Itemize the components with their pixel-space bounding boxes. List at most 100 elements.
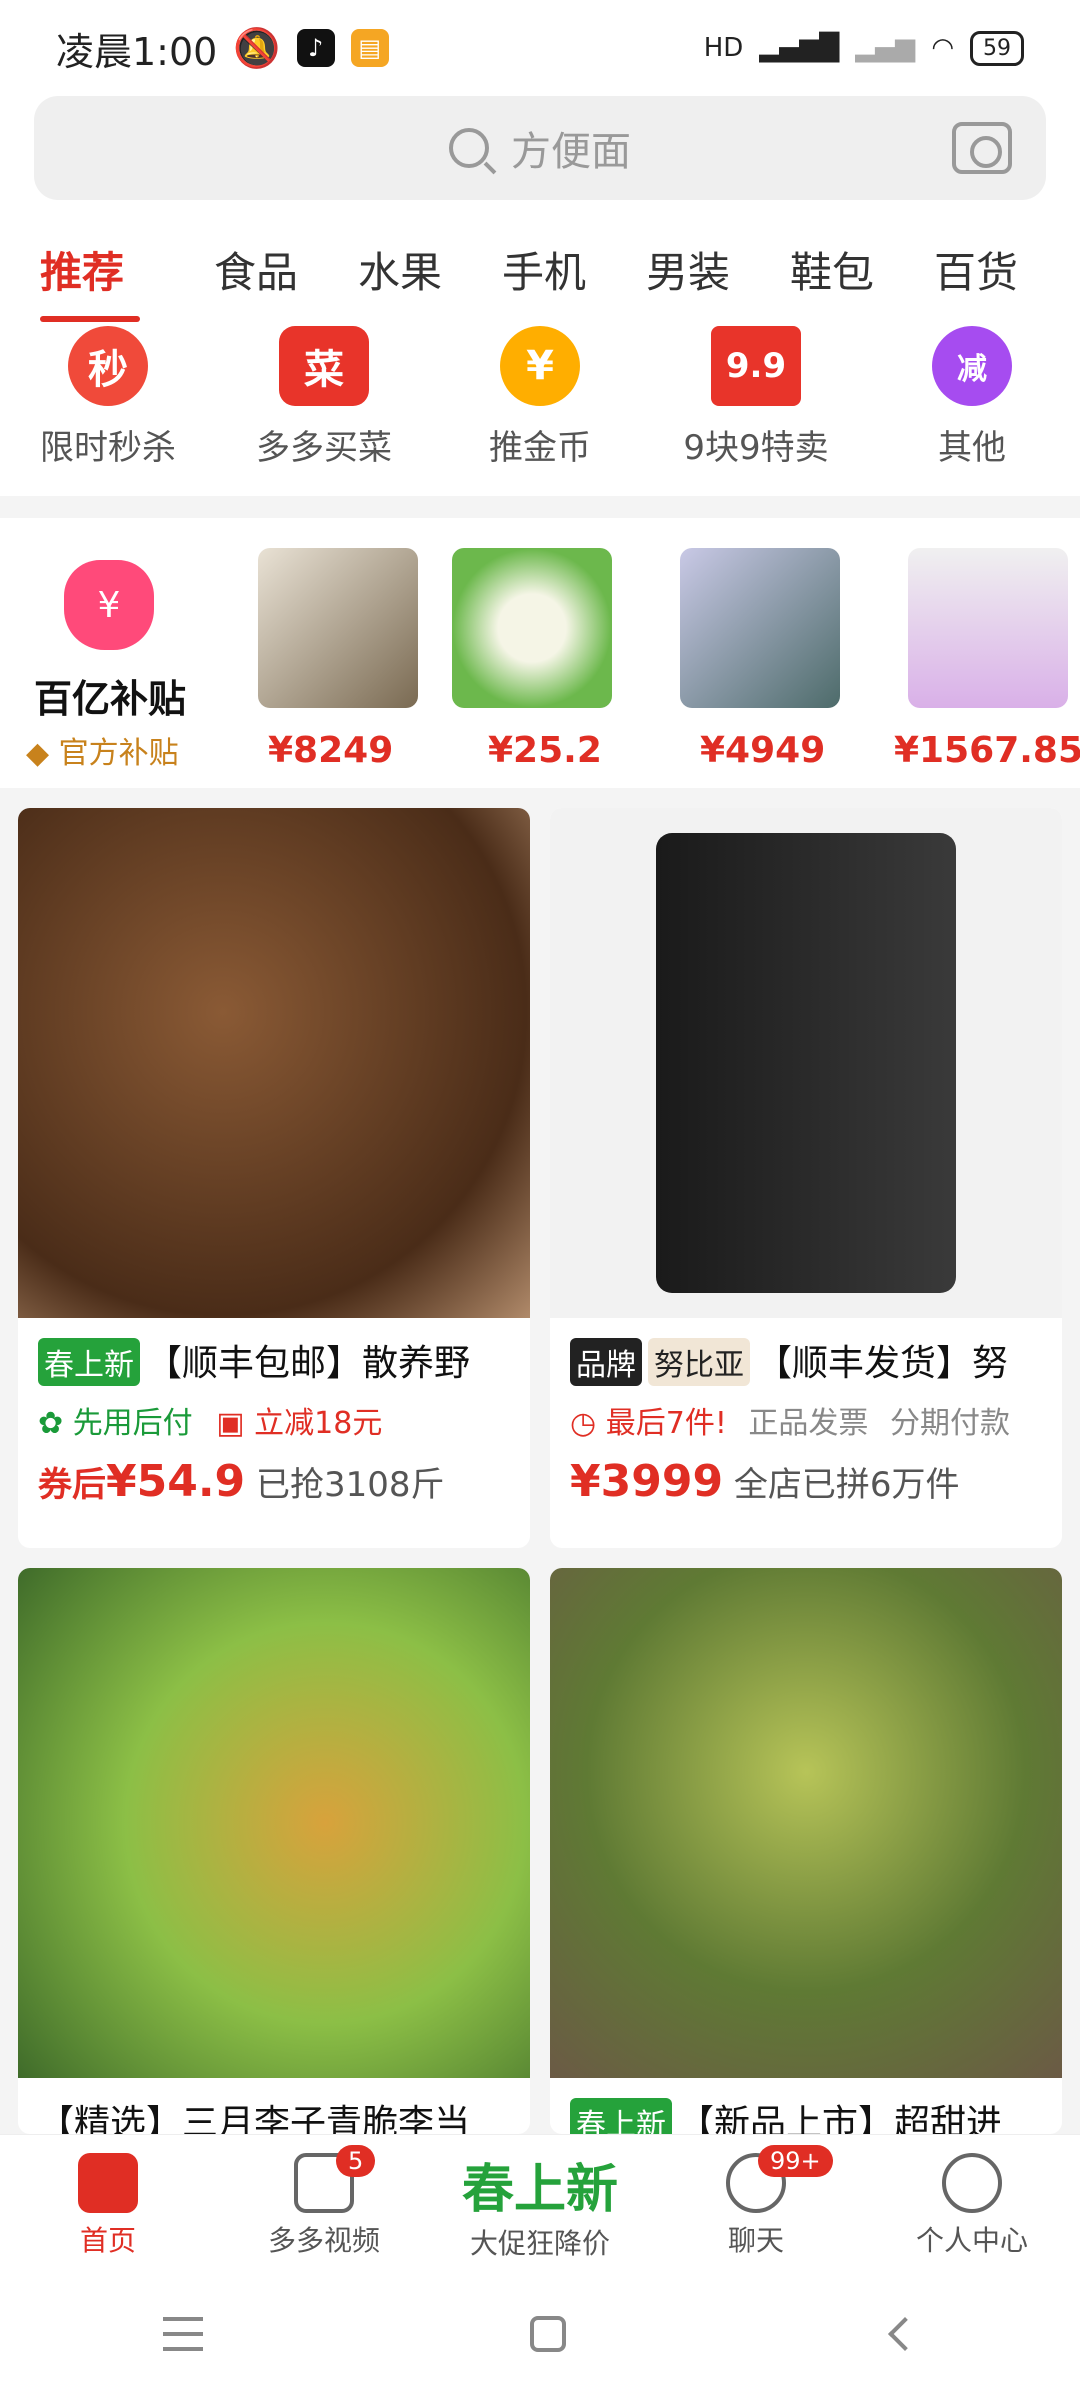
- subsidy-section[interactable]: ¥ 百亿补贴 ◆ 官方补贴 ¥8249 ¥25.2 ¥4949 ¥1567.85: [0, 518, 1080, 788]
- quick-more[interactable]: 减 其他: [864, 326, 1080, 496]
- product-meta: ◷ 最后7件! 正品发票 分期付款: [550, 1386, 1062, 1442]
- profile-icon: [942, 2153, 1002, 2213]
- product-card[interactable]: 【精选】三月李子青脆李当: [18, 1568, 530, 2134]
- product-card[interactable]: 春上新 【顺丰包邮】散养野 ✿ 先用后付 ▣ 立减18元 券后¥54.9 已抢31…: [18, 808, 530, 1548]
- quick-99-sale[interactable]: 9.9 9块9特卖: [648, 326, 864, 496]
- product-card[interactable]: 春上新 【新品上市】超甜进: [550, 1568, 1062, 2134]
- bottom-tab-label: 首页: [79, 2224, 136, 2257]
- subsidy-tag-text: 官方补贴: [58, 736, 179, 771]
- back-icon[interactable]: [887, 2317, 922, 2351]
- tab-phone[interactable]: 手机: [472, 232, 616, 322]
- sold-count: 已抢3108斤: [256, 1465, 445, 1505]
- battery-icon: 59: [970, 30, 1024, 66]
- sale-99-icon: 9.9: [711, 326, 801, 406]
- installment-label: 分期付款: [889, 1406, 1010, 1441]
- system-nav-bar: [0, 2268, 1080, 2400]
- tab-medical[interactable]: 医: [1048, 232, 1080, 322]
- subsidy-product-image[interactable]: [452, 548, 612, 708]
- subsidy-title: 百亿补贴: [34, 677, 187, 721]
- money-bag-icon: ¥: [64, 560, 154, 650]
- wifi-icon: ◠: [931, 33, 954, 63]
- quick-grocery[interactable]: 菜 多多买菜: [216, 326, 432, 496]
- product-price: ¥3999: [570, 1456, 724, 1507]
- subsidy-price: ¥4949: [700, 730, 826, 771]
- clock-icon: ◷: [570, 1406, 597, 1441]
- quick-label: 限时秒杀: [40, 428, 176, 468]
- pay-later-label: 先用后付: [72, 1406, 193, 1441]
- bottom-tab-video[interactable]: 5 多多视频: [216, 2135, 432, 2268]
- status-bar: 凌晨1:00 🔕 ♪ ▤ HD ▂▄▆█ ▂▄▆ ◠ 59: [0, 0, 1080, 96]
- stock-label: 最后7件!: [605, 1406, 727, 1441]
- coin-icon: ¥: [500, 326, 580, 406]
- product-image: [18, 1568, 530, 2078]
- more-icon: 减: [932, 326, 1012, 406]
- bell-muted-icon: 🔕: [233, 25, 281, 70]
- product-card[interactable]: 品牌 努比亚 【顺丰发货】努 ◷ 最后7件! 正品发票 分期付款 ¥3999 全店已…: [550, 808, 1062, 1548]
- category-tabs: 推荐 食品 水果 手机 男装 鞋包 百货 医: [0, 232, 1080, 322]
- invoice-label: 正品发票: [748, 1406, 869, 1441]
- promo-title: 春上新: [461, 2160, 618, 2220]
- tab-shoes-bags[interactable]: 鞋包: [760, 232, 904, 322]
- search-bar[interactable]: 方便面: [34, 96, 1046, 200]
- product-image: [550, 1568, 1062, 2078]
- subsidy-price: ¥1567.85: [894, 730, 1080, 771]
- tab-food[interactable]: 食品: [184, 232, 328, 322]
- product-title: 春上新 【新品上市】超甜进: [550, 2078, 1062, 2134]
- status-left: 凌晨1:00 🔕 ♪ ▤: [56, 21, 389, 76]
- quick-entries: 秒 限时秒杀 菜 多多买菜 ¥ 推金币 9.9 9块9特卖 减 其他: [0, 326, 1080, 496]
- grocery-icon: 菜: [279, 326, 369, 406]
- notes-app-icon: ▤: [350, 29, 389, 67]
- camera-icon[interactable]: [952, 122, 1012, 174]
- quick-label: 9块9特卖: [683, 428, 829, 468]
- product-title: 品牌 努比亚 【顺丰发货】努: [550, 1318, 1062, 1386]
- new-badge: 春上新: [38, 1338, 140, 1386]
- tab-recommend[interactable]: 推荐: [40, 232, 184, 322]
- signal-2-icon: ▂▄▆: [855, 33, 916, 63]
- price-prefix: 券后: [38, 1465, 106, 1505]
- product-title: 【精选】三月李子青脆李当: [18, 2078, 530, 2134]
- bottom-tab-chat[interactable]: 99+ 聊天: [648, 2135, 864, 2268]
- bottom-tab-promo[interactable]: 春上新 大促狂降价: [432, 2135, 648, 2268]
- flash-sale-icon: 秒: [68, 326, 148, 406]
- bottom-tab-profile[interactable]: 个人中心: [864, 2135, 1080, 2268]
- subsidy-product-image[interactable]: [680, 548, 840, 708]
- product-price-row: 券后¥54.9 已抢3108斤: [18, 1442, 530, 1527]
- tablet-shape: [656, 833, 956, 1293]
- search-placeholder: 方便面: [511, 129, 631, 175]
- subsidy-product-image[interactable]: [908, 548, 1068, 708]
- subsidy-price: ¥8249: [268, 730, 394, 771]
- discount-label: 立减18元: [254, 1406, 383, 1441]
- brand-name-badge: 努比亚: [648, 1338, 750, 1386]
- product-title-text: 【顺丰发货】努: [756, 1343, 1009, 1384]
- bottom-tab-label: 聊天: [727, 2224, 784, 2257]
- home-button-icon[interactable]: [529, 2316, 566, 2352]
- bottom-tab-home[interactable]: 首页: [0, 2135, 216, 2268]
- product-price-row: ¥3999 全店已拼6万件: [550, 1442, 1062, 1527]
- bottom-tab-bar: 首页 5 多多视频 春上新 大促狂降价 99+ 聊天 个人中心: [0, 2134, 1080, 2268]
- chat-badge: 99+: [758, 2145, 833, 2177]
- quick-flash-sale[interactable]: 秒 限时秒杀: [0, 326, 216, 496]
- tab-general[interactable]: 百货: [904, 232, 1048, 322]
- tiktok-icon: ♪: [296, 29, 335, 67]
- quick-coins[interactable]: ¥ 推金币: [432, 326, 648, 496]
- video-badge: 5: [336, 2145, 376, 2177]
- quick-label: 多多买菜: [256, 428, 392, 468]
- new-badge: 春上新: [570, 2098, 672, 2134]
- tab-fruit[interactable]: 水果: [328, 232, 472, 322]
- product-meta: ✿ 先用后付 ▣ 立减18元: [18, 1386, 530, 1442]
- tab-menswear[interactable]: 男装: [616, 232, 760, 322]
- sold-count: 全店已拼6万件: [733, 1465, 960, 1505]
- home-icon: [78, 2153, 138, 2213]
- signal-icon: ▂▄▆█: [759, 33, 840, 63]
- header: 方便面 推荐 食品 水果 手机 男装 鞋包 百货 医: [0, 96, 1080, 326]
- product-title: 春上新 【顺丰包邮】散养野: [18, 1318, 530, 1386]
- subsidy-product-image[interactable]: [258, 548, 418, 708]
- product-title-text: 【精选】三月李子青脆李当: [38, 2103, 471, 2134]
- status-right: HD ▂▄▆█ ▂▄▆ ◠ 59: [704, 30, 1024, 66]
- product-price: ¥54.9: [106, 1456, 246, 1507]
- menu-icon[interactable]: [163, 2317, 204, 2351]
- product-image: [550, 808, 1062, 1318]
- product-title-text: 【新品上市】超甜进: [678, 2103, 1003, 2134]
- product-title-text: 【顺丰包邮】散养野: [146, 1343, 471, 1384]
- bottom-tab-label: 个人中心: [915, 2224, 1028, 2257]
